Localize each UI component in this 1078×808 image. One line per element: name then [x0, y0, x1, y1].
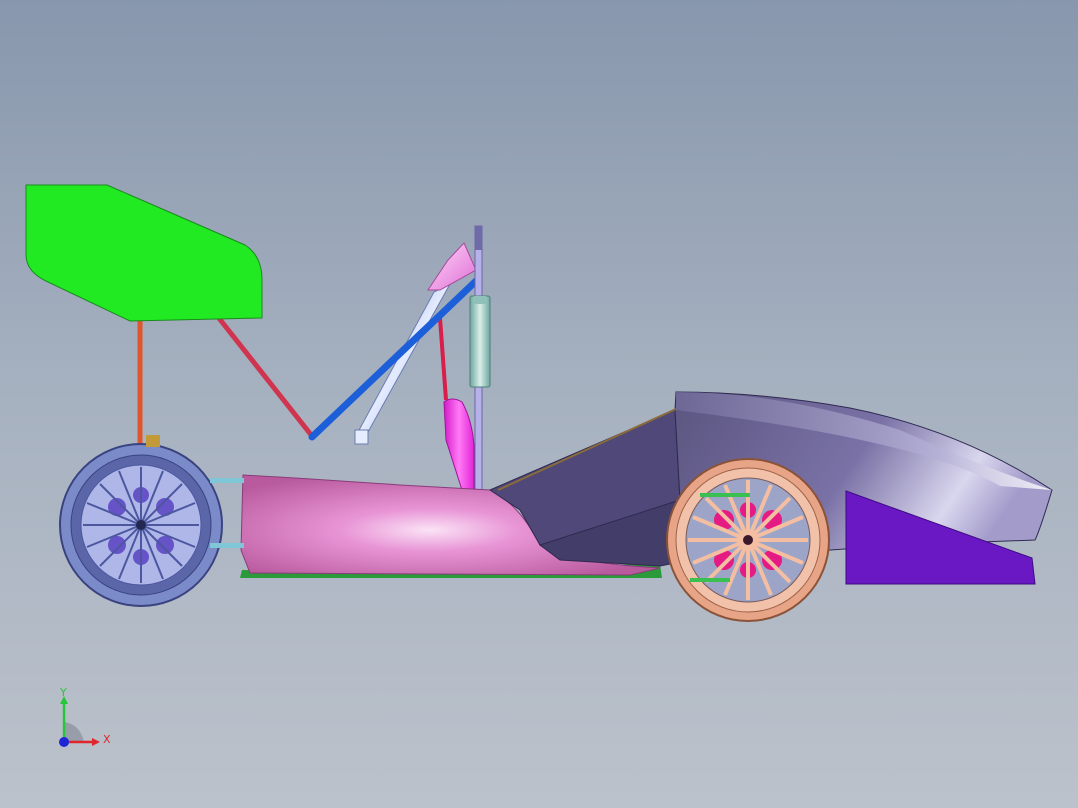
- rear-wing[interactable]: [25, 184, 263, 322]
- steering-column[interactable]: [354, 282, 452, 445]
- y-axis-label: Y: [60, 686, 67, 699]
- front-wheel[interactable]: [666, 458, 830, 622]
- seat-back[interactable]: [443, 398, 475, 491]
- x-axis-label: X: [103, 733, 111, 746]
- race-car-model[interactable]: [0, 0, 1078, 808]
- cad-viewport[interactable]: Y X: [0, 0, 1078, 808]
- rear-wheel[interactable]: [59, 443, 223, 607]
- wing-struts[interactable]: [137, 315, 448, 452]
- shock-absorber[interactable]: [469, 295, 491, 388]
- axis-triad[interactable]: Y X: [50, 684, 120, 754]
